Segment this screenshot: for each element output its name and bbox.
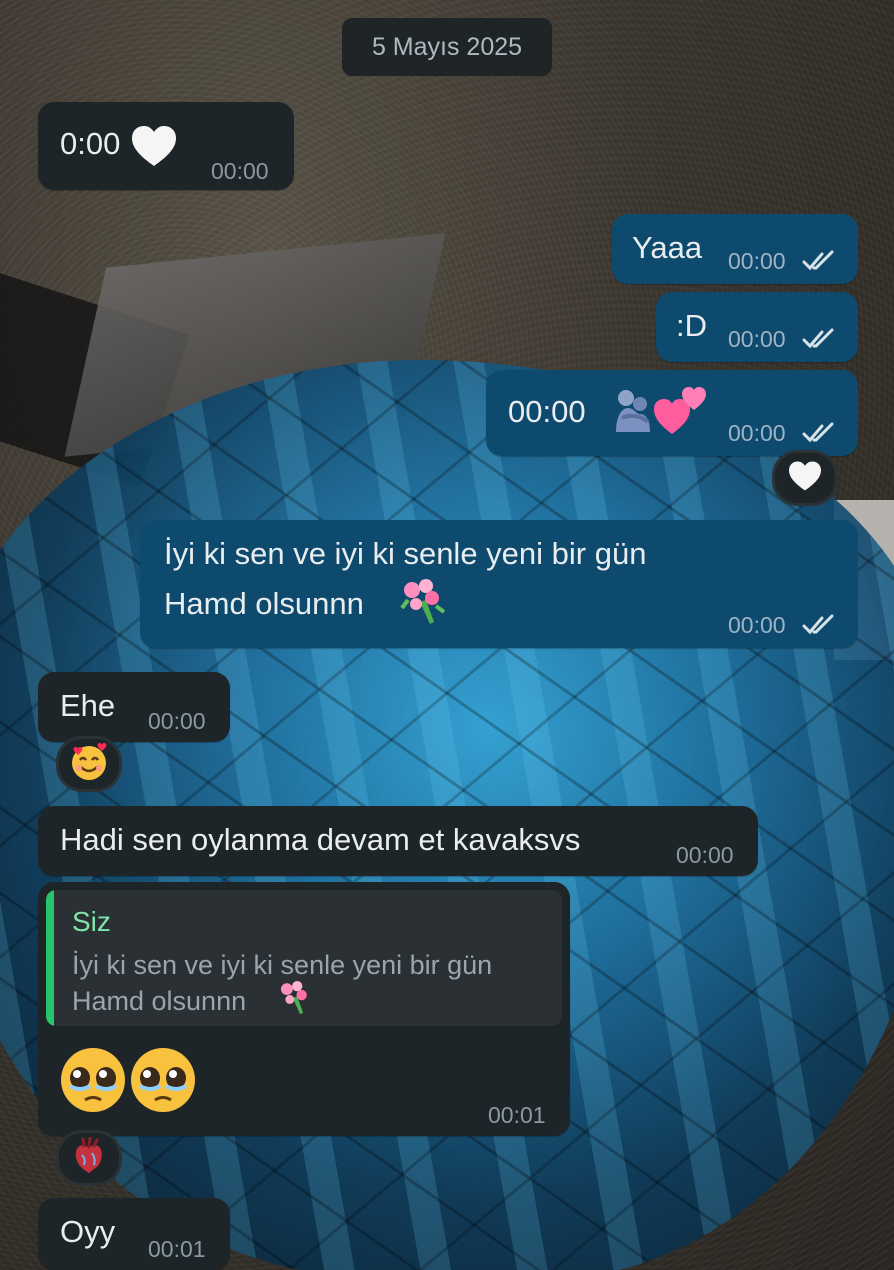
message-time: 00:00 xyxy=(676,842,734,868)
message-text: Hadi sen oylanma devam et kavaksvs xyxy=(60,822,581,857)
message-text: Oyy xyxy=(60,1214,116,1249)
message-incoming-7[interactable]: Hadi sen oylanma devam et kavaksvs 00:00 xyxy=(38,806,758,876)
message-text: Ehe xyxy=(60,688,116,723)
white-heart-emoji-icon xyxy=(130,124,178,173)
date-separator: 5 Mayıs 2025 xyxy=(342,18,552,76)
quoted-message[interactable]: Siz İyi ki sen ve iyi ki senle yeni bir … xyxy=(46,890,562,1026)
message-text: 00:00 xyxy=(508,394,586,429)
quoted-message-line-1: İyi ki sen ve iyi ki senle yeni bir gün xyxy=(72,950,493,980)
message-time: 00:00 xyxy=(728,326,786,352)
read-receipt-icon xyxy=(802,250,838,277)
message-incoming-6[interactable]: Ehe 00:00 xyxy=(38,672,230,742)
message-outgoing-5[interactable]: İyi ki sen ve iyi ki senle yeni bir gün … xyxy=(140,520,858,648)
read-receipt-icon xyxy=(802,328,838,355)
smiling-face-with-hearts-reaction-icon xyxy=(69,742,109,787)
pleading-face-emoji-icon xyxy=(58,1046,128,1119)
message-time: 00:00 xyxy=(211,158,269,184)
quoted-message-accent-bar xyxy=(46,890,54,1026)
message-time: 00:01 xyxy=(488,1102,546,1128)
message-outgoing-3[interactable]: :D 00:00 xyxy=(656,292,858,362)
anatomical-heart-reaction-icon xyxy=(72,1136,106,1180)
message-incoming-9[interactable]: Oyy 00:01 xyxy=(38,1198,230,1270)
message-text-line-1: İyi ki sen ve iyi ki senle yeni bir gün xyxy=(164,536,647,571)
message-time: 00:01 xyxy=(148,1236,206,1262)
reaction-badge[interactable] xyxy=(772,450,838,506)
message-time: 00:00 xyxy=(728,248,786,274)
message-time: 00:00 xyxy=(728,612,786,638)
message-time: 00:00 xyxy=(148,708,206,734)
pleading-face-emoji-icon xyxy=(128,1046,198,1119)
quoted-message-author: Siz xyxy=(72,906,111,937)
message-text-line-2: Hamd olsunnn xyxy=(164,586,364,621)
people-hugging-emoji-icon xyxy=(612,388,654,439)
message-text: :D xyxy=(676,308,707,343)
message-outgoing-4[interactable]: 00:00 00:00 xyxy=(486,370,858,456)
bouquet-emoji-icon xyxy=(400,578,446,631)
read-receipt-icon xyxy=(802,422,838,449)
message-incoming-1[interactable]: 0:00 00:00 xyxy=(38,102,294,190)
message-text: Yaaa xyxy=(632,230,703,265)
message-outgoing-2[interactable]: Yaaa 00:00 xyxy=(612,214,858,284)
message-time: 00:00 xyxy=(728,420,786,446)
white-heart-reaction-icon xyxy=(787,460,823,497)
date-separator-label: 5 Mayıs 2025 xyxy=(371,32,523,61)
message-text: 0:00 xyxy=(60,126,121,161)
reaction-badge[interactable] xyxy=(56,736,122,792)
reaction-badge[interactable] xyxy=(56,1130,122,1186)
two-hearts-emoji-icon xyxy=(654,384,710,441)
read-receipt-icon xyxy=(802,614,838,641)
bouquet-emoji-icon xyxy=(278,980,312,1021)
quoted-message-line-2: Hamd olsunnn xyxy=(72,986,247,1016)
